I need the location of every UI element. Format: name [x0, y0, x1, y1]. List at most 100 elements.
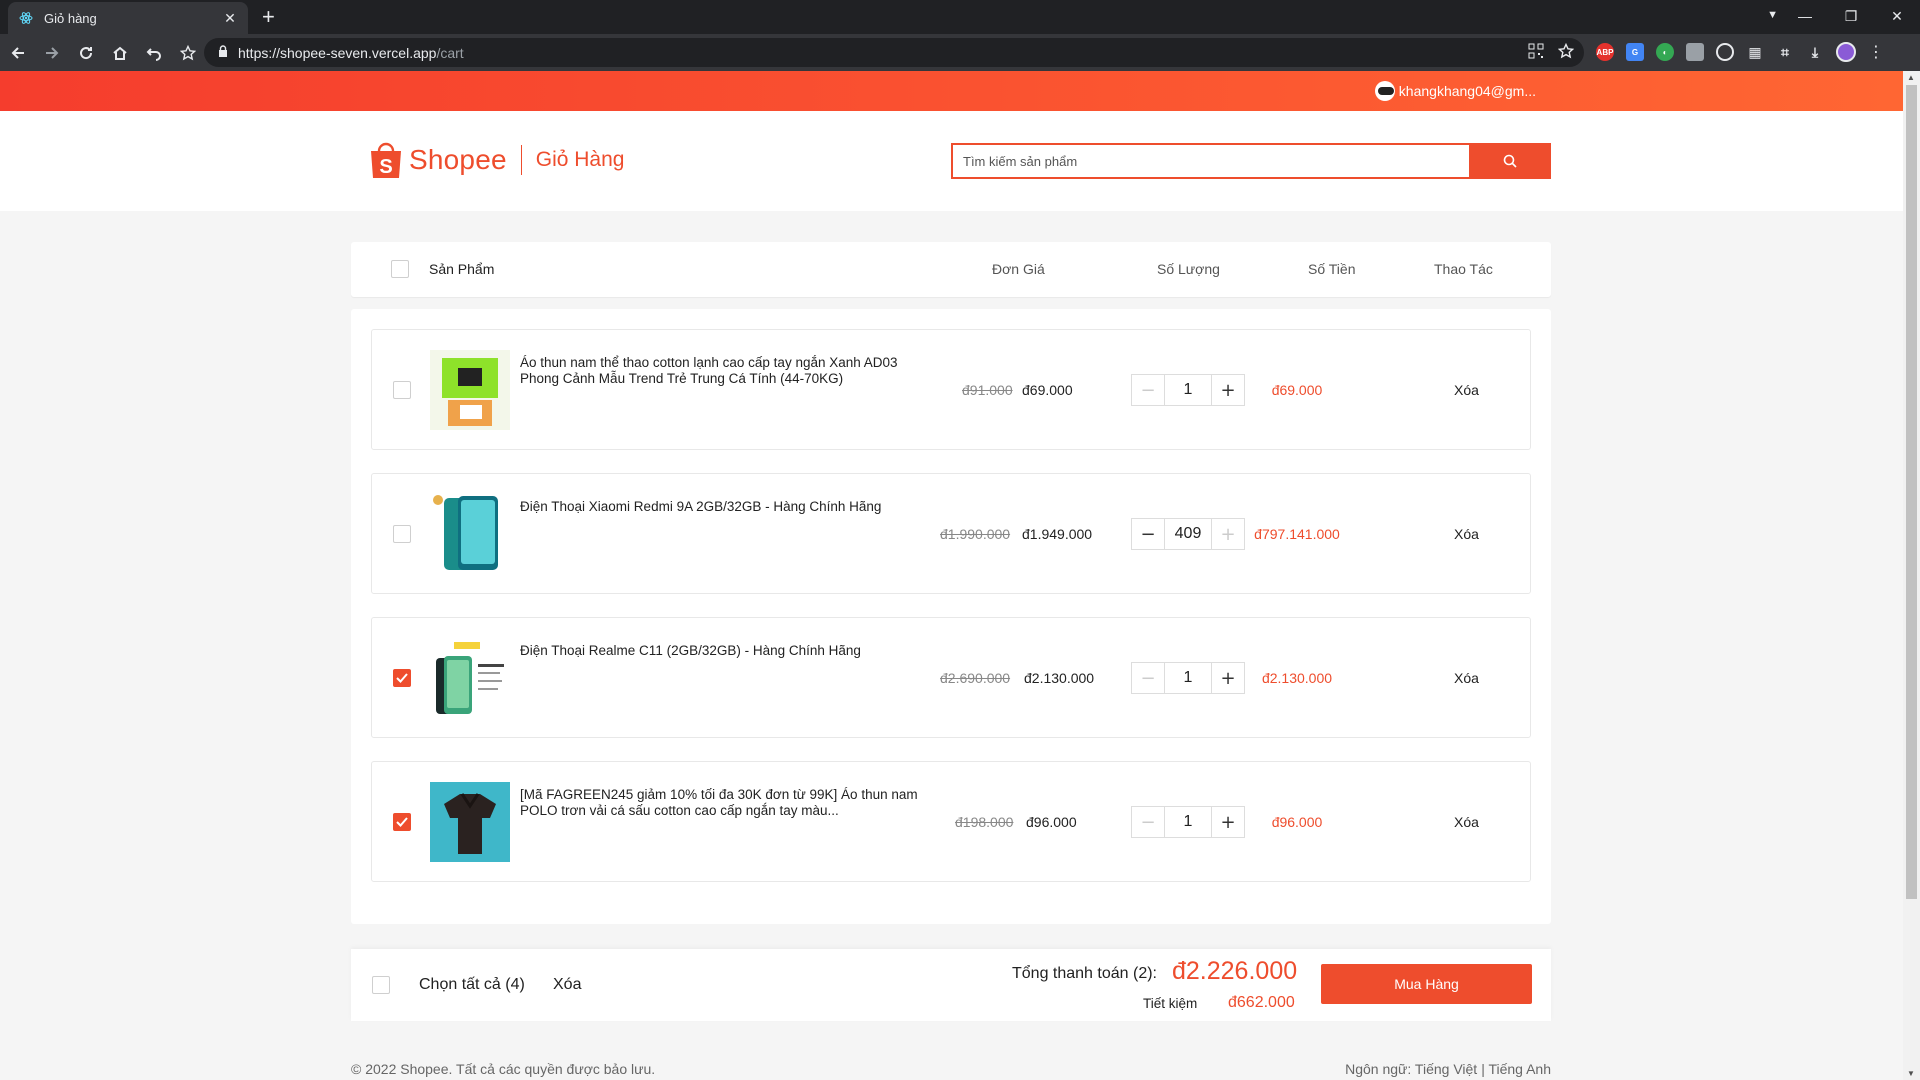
product-name[interactable]: Điện Thoại Realme C11 (2GB/32GB) - Hàng … — [520, 643, 920, 659]
col-amount: Số Tiền — [1308, 261, 1356, 277]
col-unit-price: Đơn Giá — [992, 261, 1045, 277]
back-icon[interactable] — [2, 37, 34, 69]
line-total: đ797.141.000 — [1254, 526, 1340, 542]
decrease-button[interactable]: − — [1132, 519, 1164, 549]
item-checkbox[interactable] — [393, 381, 411, 399]
address-bar[interactable]: https://shopee-seven.vercel.app/cart — [204, 38, 1584, 67]
search-input[interactable] — [951, 143, 1469, 179]
product-thumbnail[interactable] — [430, 638, 510, 718]
quantity-value[interactable]: 409 — [1164, 519, 1212, 549]
url-host: https://shopee-seven.vercel.app — [238, 44, 437, 61]
checkmark-icon — [396, 673, 408, 683]
quantity-value[interactable]: 1 — [1164, 663, 1212, 693]
user-account[interactable]: khangkhang04@gm... — [1374, 81, 1536, 101]
svg-text:S: S — [379, 156, 392, 178]
react-icon — [18, 10, 34, 26]
product-name[interactable]: Áo thun nam thể thao cotton lạnh cao cấp… — [520, 355, 920, 387]
delete-item-link[interactable]: Xóa — [1454, 526, 1479, 542]
delete-item-link[interactable]: Xóa — [1454, 382, 1479, 398]
browser-tab-strip: Giỏ hàng ✕ + ▼ — ❐ ✕ — [0, 0, 1920, 34]
page-scrollbar[interactable]: ▲ ▼ — [1903, 71, 1920, 1080]
page-title: Giỏ Hàng — [535, 148, 625, 171]
user-email: khangkhang04@gm... — [1398, 83, 1536, 99]
copyright-text: © 2022 Shopee. Tất cả các quyền được bảo… — [351, 1061, 656, 1077]
logo-divider — [520, 145, 522, 175]
extension-icon[interactable]: ◐ — [1656, 43, 1674, 61]
reload-icon[interactable] — [70, 37, 102, 69]
brand-name: Shopee — [409, 144, 507, 175]
menu-kebab-icon[interactable]: ⋮ — [1868, 42, 1884, 62]
sale-price: đ96.000 — [1026, 814, 1077, 830]
cart-item: Điện Thoại Realme C11 (2GB/32GB) - Hàng … — [371, 617, 1531, 738]
extension-icon[interactable] — [1686, 43, 1704, 61]
sale-price: đ1.949.000 — [1022, 526, 1093, 542]
avatar — [1374, 81, 1395, 101]
target-icon[interactable] — [1716, 43, 1734, 61]
download-icon[interactable]: ⤓ — [1806, 43, 1824, 61]
crop-icon[interactable]: ⌗ — [1776, 43, 1794, 61]
qr-code-icon[interactable] — [1528, 43, 1544, 64]
delete-selected-link[interactable]: Xóa — [553, 976, 581, 994]
decrease-button[interactable]: − — [1132, 663, 1164, 693]
bookmark-star-icon[interactable] — [172, 37, 204, 69]
scroll-thumb[interactable] — [1906, 85, 1917, 899]
total-label: Tổng thanh toán (2): — [1012, 965, 1157, 982]
item-checkbox[interactable] — [393, 525, 411, 543]
bookmark-page-icon[interactable] — [1557, 42, 1575, 64]
lock-icon — [218, 44, 228, 62]
product-thumbnail[interactable] — [430, 494, 510, 574]
search-button[interactable] — [1469, 143, 1551, 179]
forward-icon[interactable] — [36, 37, 68, 69]
select-all-checkbox-top[interactable] — [391, 260, 409, 278]
page: khangkhang04@gm... S Shopee Giỏ Hàng Sản… — [0, 71, 1903, 1080]
product-thumbnail[interactable] — [430, 782, 510, 862]
close-window-icon[interactable]: ✕ — [1874, 8, 1920, 25]
adblock-icon[interactable]: ABP — [1596, 43, 1614, 61]
item-checkbox[interactable] — [393, 669, 411, 687]
savings-value: đ662.000 — [1228, 994, 1295, 1011]
product-name[interactable]: Điện Thoại Xiaomi Redmi 9A 2GB/32GB - Hà… — [520, 499, 920, 515]
top-navbar: khangkhang04@gm... — [0, 71, 1903, 111]
language-current[interactable]: Ngôn ngữ: Tiếng Việt — [1345, 1061, 1477, 1077]
grid-icon[interactable]: ▦ — [1746, 43, 1764, 61]
language-alt[interactable]: | Tiếng Anh — [1481, 1061, 1551, 1077]
product-thumbnail[interactable] — [430, 350, 510, 430]
minimize-icon[interactable]: — — [1782, 8, 1828, 24]
search-bar — [951, 143, 1551, 179]
delete-item-link[interactable]: Xóa — [1454, 670, 1479, 686]
tab-close-icon[interactable]: ✕ — [222, 10, 238, 27]
delete-item-link[interactable]: Xóa — [1454, 814, 1479, 830]
savings-label: Tiết kiệm — [1143, 996, 1198, 1011]
shopee-bag-icon: S — [371, 142, 401, 178]
translate-icon[interactable]: G — [1626, 43, 1644, 61]
new-tab-button[interactable]: + — [262, 6, 275, 28]
checkout-bar: Chọn tất cả (4) Xóa Tổng thanh toán (2):… — [351, 949, 1551, 1021]
item-checkbox[interactable] — [393, 813, 411, 831]
cart-items: Áo thun nam thể thao cotton lạnh cao cấp… — [351, 309, 1551, 924]
shopee-logo[interactable]: S Shopee Giỏ Hàng — [369, 140, 624, 180]
checkmark-icon — [396, 817, 408, 827]
undo-icon[interactable] — [138, 37, 170, 69]
tab-title: Giỏ hàng — [44, 10, 97, 26]
window-controls: — ❐ ✕ — [1782, 0, 1920, 32]
cart-header: S Shopee Giỏ Hàng — [0, 111, 1903, 211]
cart-column-header: Sản Phẩm Đơn Giá Số Lượng Số Tiền Thao T… — [351, 242, 1551, 297]
quantity-value[interactable]: 1 — [1164, 807, 1212, 837]
browser-tab[interactable]: Giỏ hàng ✕ — [8, 2, 248, 34]
decrease-button[interactable]: − — [1132, 375, 1164, 405]
original-price: đ91.000 — [962, 382, 1013, 398]
restore-icon[interactable]: ❐ — [1828, 8, 1874, 25]
quantity-value[interactable]: 1 — [1164, 375, 1212, 405]
select-all-label[interactable]: Chọn tất cả (4) — [419, 976, 525, 994]
select-all-checkbox[interactable] — [372, 976, 390, 994]
scroll-down-icon[interactable]: ▼ — [1907, 1069, 1915, 1078]
language-switcher: Ngôn ngữ: Tiếng Việt | Tiếng Anh — [1341, 1061, 1551, 1077]
tab-search-icon[interactable]: ▼ — [1767, 9, 1778, 21]
decrease-button[interactable]: − — [1132, 807, 1164, 837]
checkout-button[interactable]: Mua Hàng — [1321, 964, 1532, 1004]
scroll-up-icon[interactable]: ▲ — [1907, 73, 1915, 82]
home-icon[interactable] — [104, 37, 136, 69]
col-product: Sản Phẩm — [429, 261, 495, 277]
product-name[interactable]: [Mã FAGREEN245 giảm 10% tối đa 30K đơn t… — [520, 787, 920, 819]
profile-avatar[interactable] — [1836, 42, 1856, 62]
